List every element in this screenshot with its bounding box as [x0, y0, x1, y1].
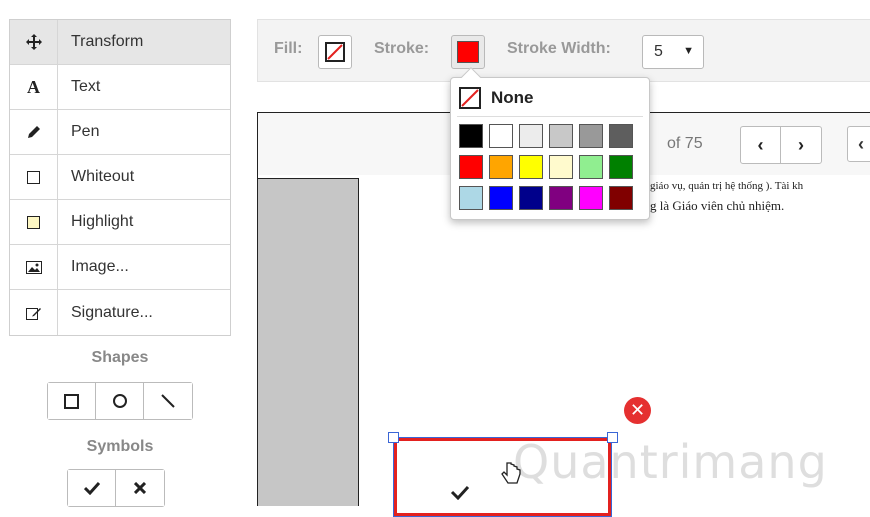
tool-label: Pen — [71, 123, 100, 140]
color-swatch[interactable] — [489, 186, 513, 210]
color-swatch[interactable] — [519, 155, 543, 179]
chevron-left-icon: ‹ — [757, 134, 764, 155]
cross-icon — [134, 482, 146, 494]
hand-cursor-icon — [501, 462, 521, 484]
color-swatch[interactable] — [549, 155, 573, 179]
tool-label: Text — [71, 78, 101, 95]
color-swatch[interactable] — [519, 186, 543, 210]
document-text-line: giáo vụ, quản trị hệ thống ). Tài kh — [650, 180, 804, 192]
color-swatch[interactable] — [609, 186, 633, 210]
no-color-icon — [325, 42, 345, 62]
tool-highlight[interactable]: Highlight — [10, 200, 230, 245]
cross-symbol-button[interactable] — [116, 470, 164, 506]
square-icon — [64, 393, 79, 409]
delete-annotation-button[interactable]: ✕ — [624, 397, 651, 424]
checkmark-icon — [83, 481, 100, 495]
rectangle-shape-button[interactable] — [48, 383, 96, 419]
color-swatch[interactable] — [549, 186, 573, 210]
move-icon — [10, 20, 58, 64]
tool-label: Transform — [71, 33, 144, 50]
tool-label: Image... — [71, 258, 129, 275]
resize-handle[interactable] — [388, 432, 399, 443]
color-swatch[interactable] — [489, 124, 513, 148]
page-margin — [258, 178, 359, 506]
stroke-color-button[interactable] — [451, 35, 485, 69]
color-swatch[interactable] — [609, 124, 633, 148]
fill-label: Fill: — [274, 40, 303, 57]
stroke-width-label: Stroke Width: — [507, 40, 611, 57]
stroke-width-select[interactable]: 5 ▼ — [642, 35, 704, 69]
circle-icon — [112, 394, 127, 408]
highlight-icon — [10, 200, 58, 244]
page-count: of 75 — [667, 135, 703, 152]
color-swatch[interactable] — [579, 186, 603, 210]
stroke-color-swatch — [457, 41, 479, 63]
tool-text[interactable]: A Text — [10, 65, 230, 110]
line-shape-button[interactable] — [144, 383, 192, 419]
close-icon: ✕ — [629, 400, 646, 420]
shapes-group — [47, 382, 193, 420]
tool-label: Highlight — [71, 213, 134, 230]
checkmark-annotation-icon — [450, 485, 470, 500]
document-text-line: g là Giáo viên chủ nhiệm. — [650, 198, 785, 213]
color-grid — [459, 124, 633, 210]
color-swatch[interactable] — [549, 124, 573, 148]
tool-transform[interactable]: Transform — [10, 20, 230, 65]
previous-page-button[interactable]: ‹ — [741, 127, 781, 163]
color-swatch[interactable] — [459, 155, 483, 179]
checkmark-symbol-button[interactable] — [68, 470, 116, 506]
color-swatch[interactable] — [489, 155, 513, 179]
tool-label: Whiteout — [71, 168, 135, 185]
tool-signature[interactable]: Signature... — [10, 290, 230, 335]
no-color-label: None — [491, 88, 534, 107]
color-swatch[interactable] — [459, 186, 483, 210]
pen-icon — [10, 110, 58, 154]
tool-panel: Transform A Text Pen Whiteout Highlight … — [9, 19, 231, 336]
tool-image[interactable]: Image... — [10, 245, 230, 290]
stroke-color-popup: None — [450, 67, 650, 220]
no-color-icon — [459, 87, 481, 109]
circle-shape-button[interactable] — [96, 383, 144, 419]
caret-down-icon: ▼ — [683, 45, 694, 57]
tool-label: Signature... — [71, 303, 153, 321]
stroke-label: Stroke: — [374, 40, 430, 57]
page-nav-group: ‹ › — [740, 126, 822, 164]
color-swatch[interactable] — [609, 155, 633, 179]
resize-handle[interactable] — [607, 432, 618, 443]
next-page-button[interactable]: › — [781, 127, 821, 163]
tool-pen[interactable]: Pen — [10, 110, 230, 155]
signature-icon — [10, 290, 58, 335]
shapes-title: Shapes — [91, 349, 149, 366]
style-toolbar: Fill: Stroke: Stroke Width: 5 ▼ — [257, 19, 870, 82]
color-swatch[interactable] — [459, 124, 483, 148]
symbols-group — [67, 469, 165, 507]
stroke-width-value: 5 — [654, 43, 663, 60]
fill-color-button[interactable] — [318, 35, 352, 69]
tool-whiteout[interactable]: Whiteout — [10, 155, 230, 200]
line-icon — [161, 394, 175, 408]
symbols-title: Symbols — [86, 438, 154, 455]
color-swatch[interactable] — [519, 124, 543, 148]
chevron-right-icon: › — [798, 134, 804, 155]
whiteout-icon — [10, 155, 58, 199]
color-swatch[interactable] — [579, 155, 603, 179]
image-icon — [10, 245, 58, 289]
chevron-left-icon: ‹ — [858, 133, 864, 154]
text-icon: A — [10, 65, 58, 109]
color-swatch[interactable] — [579, 124, 603, 148]
no-color-option[interactable]: None — [459, 86, 534, 110]
first-page-button[interactable]: ‹ — [847, 126, 870, 162]
